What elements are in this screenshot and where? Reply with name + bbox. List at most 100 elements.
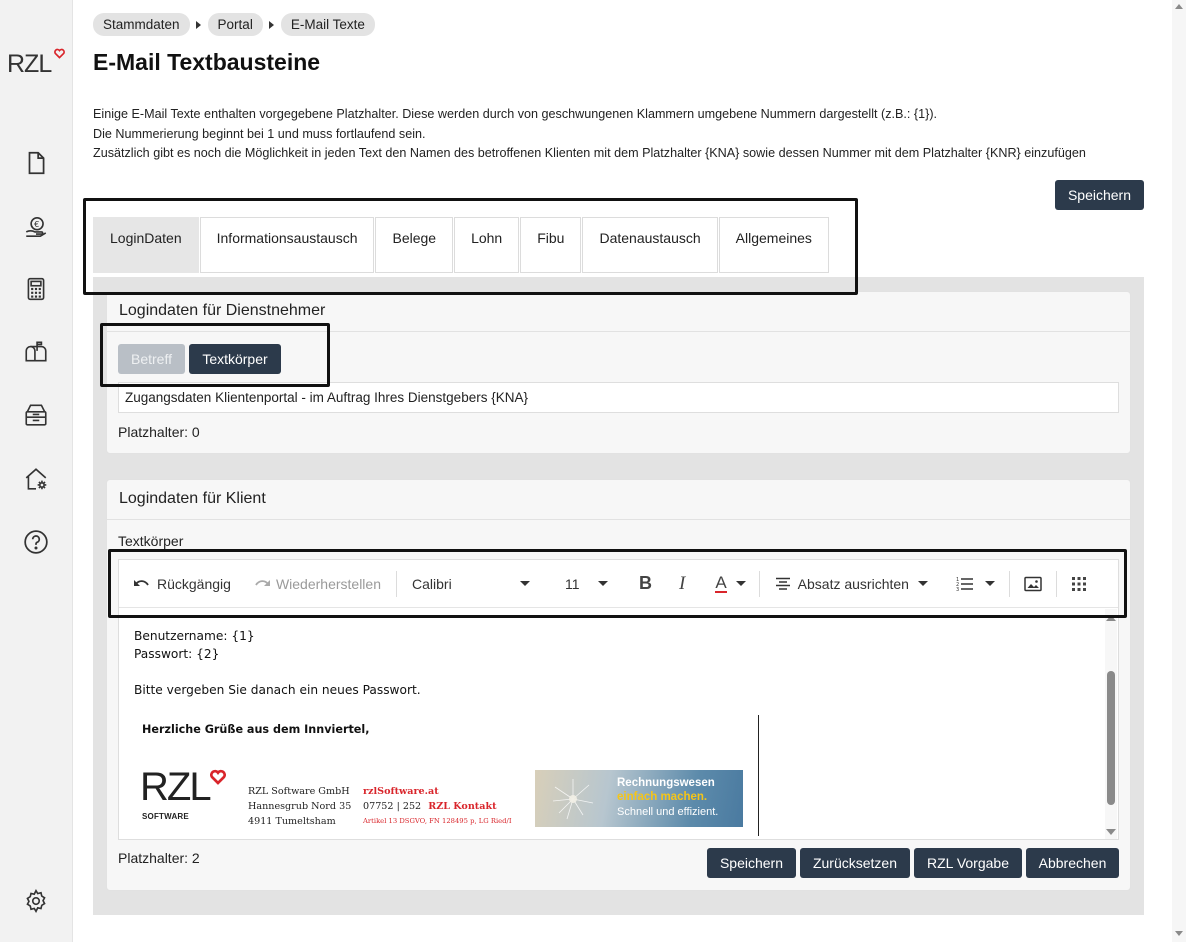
font-family-select[interactable]: Calibri: [412, 560, 530, 608]
reset-button[interactable]: Zurücksetzen: [800, 848, 910, 878]
signature-contact: rzlSoftware.at 07752 | 252 RZL Kontakt A…: [363, 784, 512, 829]
chevron-down-icon: [735, 581, 746, 586]
breadcrumb: Stammdaten Portal E-Mail Texte: [93, 13, 375, 36]
subtab-betreff[interactable]: Betreff: [118, 344, 185, 374]
chevron-down-icon: [598, 581, 608, 586]
subject-input[interactable]: [118, 382, 1119, 413]
toolbar-separator: [758, 570, 760, 597]
chevron-down-icon: [520, 581, 530, 586]
editor-toolbar: Rückgängig Wiederherstellen Calibri 11 B…: [119, 560, 1118, 608]
insert-image-button[interactable]: [1024, 560, 1042, 608]
bold-icon: B: [639, 573, 652, 593]
signature-phone-line: 07752 | 252 RZL Kontakt: [363, 799, 512, 814]
scroll-up-arrow-icon[interactable]: [1175, 4, 1183, 9]
chevron-down-icon: [917, 581, 928, 586]
signature-banner: Rechnungswesen einfach machen. Schnell u…: [535, 770, 743, 827]
signature-logo: RZL SOFTWARE: [140, 767, 230, 827]
undo-icon: [134, 579, 149, 586]
undo-button[interactable]: Rückgängig: [133, 560, 231, 608]
scroll-down-arrow-icon[interactable]: [1175, 931, 1183, 936]
toolbar-separator: [1008, 570, 1010, 597]
toolbar-separator: [396, 570, 397, 597]
font-family-value: Calibri: [412, 575, 452, 592]
breadcrumb-arrow-icon: [195, 20, 201, 29]
page-title: E-Mail Textbausteine: [93, 49, 321, 75]
rich-text-editor[interactable]: Rückgängig Wiederherstellen Calibri 11 B…: [118, 559, 1119, 840]
dandelion-icon: [552, 779, 594, 820]
tab-belege[interactable]: Belege: [375, 217, 454, 273]
rzl-default-button[interactable]: RZL Vorgabe: [914, 848, 1022, 878]
undo-label: Rückgängig: [157, 575, 231, 592]
rzl-logo[interactable]: RZL: [7, 48, 65, 79]
align-paragraph-select[interactable]: Absatz ausrichten: [775, 560, 928, 608]
signature-phone: 07752 | 252: [363, 801, 422, 812]
breadcrumb-portal[interactable]: Portal: [207, 13, 263, 36]
toolbar-separator: [1055, 570, 1057, 597]
sidebar: RZL €: [0, 0, 73, 942]
scroll-down-arrow-icon[interactable]: [1106, 829, 1116, 835]
body-label: Textkörper: [118, 533, 184, 549]
signature-logo-text: RZL: [140, 765, 212, 809]
intro-line-2: Die Nummerierung beginnt bei 1 und muss …: [93, 126, 426, 141]
mailbox-icon[interactable]: [22, 338, 50, 366]
calculator-icon[interactable]: [22, 275, 50, 303]
chevron-down-icon: [984, 581, 995, 586]
tab-informationsaustausch[interactable]: Informationsaustausch: [199, 217, 375, 273]
signature-legal: Artikel 13 DSGVO, FN 128495 p, LG Ried/I: [363, 817, 512, 825]
money-hand-icon[interactable]: €: [22, 213, 50, 241]
tab-allgemeines[interactable]: Allgemeines: [718, 217, 829, 273]
settings-icon[interactable]: [22, 887, 50, 915]
font-color-icon: A: [715, 573, 727, 593]
signature-contact-link[interactable]: RZL Kontakt: [428, 801, 496, 812]
breadcrumb-stammdaten[interactable]: Stammdaten: [93, 13, 190, 36]
align-center-icon: [775, 577, 790, 590]
font-size-select[interactable]: 11: [550, 560, 608, 608]
svg-text:3: 3: [956, 587, 959, 592]
help-icon[interactable]: [22, 528, 50, 556]
bold-button[interactable]: B: [639, 560, 652, 608]
italic-button[interactable]: I: [679, 560, 685, 608]
save-button[interactable]: Speichern: [707, 848, 796, 878]
signature-web-link[interactable]: rzlSoftware.at: [363, 784, 512, 799]
signature-divider: [758, 715, 759, 836]
banner-line-3: Schnell und effizient.: [617, 806, 719, 818]
font-size-value: 11: [565, 575, 580, 592]
svg-text:€: €: [34, 219, 39, 229]
placeholder-count: Platzhalter: 2: [118, 850, 200, 866]
breadcrumb-arrow-icon: [268, 20, 274, 29]
list-button[interactable]: 123: [956, 560, 995, 608]
cancel-button[interactable]: Abbrechen: [1026, 848, 1119, 878]
grid-dots-icon: [1071, 576, 1086, 591]
heart-icon: [54, 48, 65, 59]
tab-fibu[interactable]: Fibu: [520, 217, 582, 273]
save-button-top[interactable]: Speichern: [1055, 180, 1144, 210]
tab-datenaustausch[interactable]: Datenaustausch: [582, 217, 718, 273]
tab-lohn[interactable]: Lohn: [454, 217, 520, 273]
editor-scrollbar[interactable]: [1105, 609, 1117, 839]
document-icon[interactable]: [22, 149, 50, 177]
archive-box-icon[interactable]: [22, 401, 50, 429]
company-name: RZL Software GmbH: [248, 786, 350, 797]
intro-text: Einige E-Mail Texte enthalten vorgegeben…: [93, 105, 1086, 164]
body-line: Passwort: {2}: [134, 647, 220, 661]
body-line: [134, 663, 421, 681]
banner-line-2: einfach machen.: [617, 791, 708, 803]
tab-logindaten[interactable]: LoginDaten: [93, 217, 199, 273]
scroll-up-arrow-icon[interactable]: [1106, 615, 1116, 621]
subtab-textkoerper[interactable]: Textkörper: [189, 344, 281, 374]
image-icon: [1024, 576, 1042, 591]
more-options-button[interactable]: [1071, 560, 1086, 608]
editor-content[interactable]: Benutzername: {1} Passwort: {2} Bitte ve…: [134, 627, 421, 699]
font-color-button[interactable]: A: [715, 560, 746, 608]
placeholder-count: Platzhalter: 0: [118, 424, 200, 440]
home-settings-icon[interactable]: [22, 465, 50, 493]
body-line: Bitte vergeben Sie danach ein neues Pass…: [134, 683, 421, 697]
page-scrollbar[interactable]: [1172, 0, 1186, 942]
logo-text: RZL: [7, 50, 52, 78]
tab-bar: LoginDaten Informationsaustausch Belege …: [93, 217, 830, 273]
redo-button[interactable]: Wiederherstellen: [253, 560, 381, 608]
breadcrumb-email-texte[interactable]: E-Mail Texte: [280, 13, 375, 36]
scrollbar-thumb[interactable]: [1107, 671, 1115, 805]
panel-title: Logindaten für Klient: [107, 480, 1130, 520]
redo-icon: [255, 579, 270, 586]
